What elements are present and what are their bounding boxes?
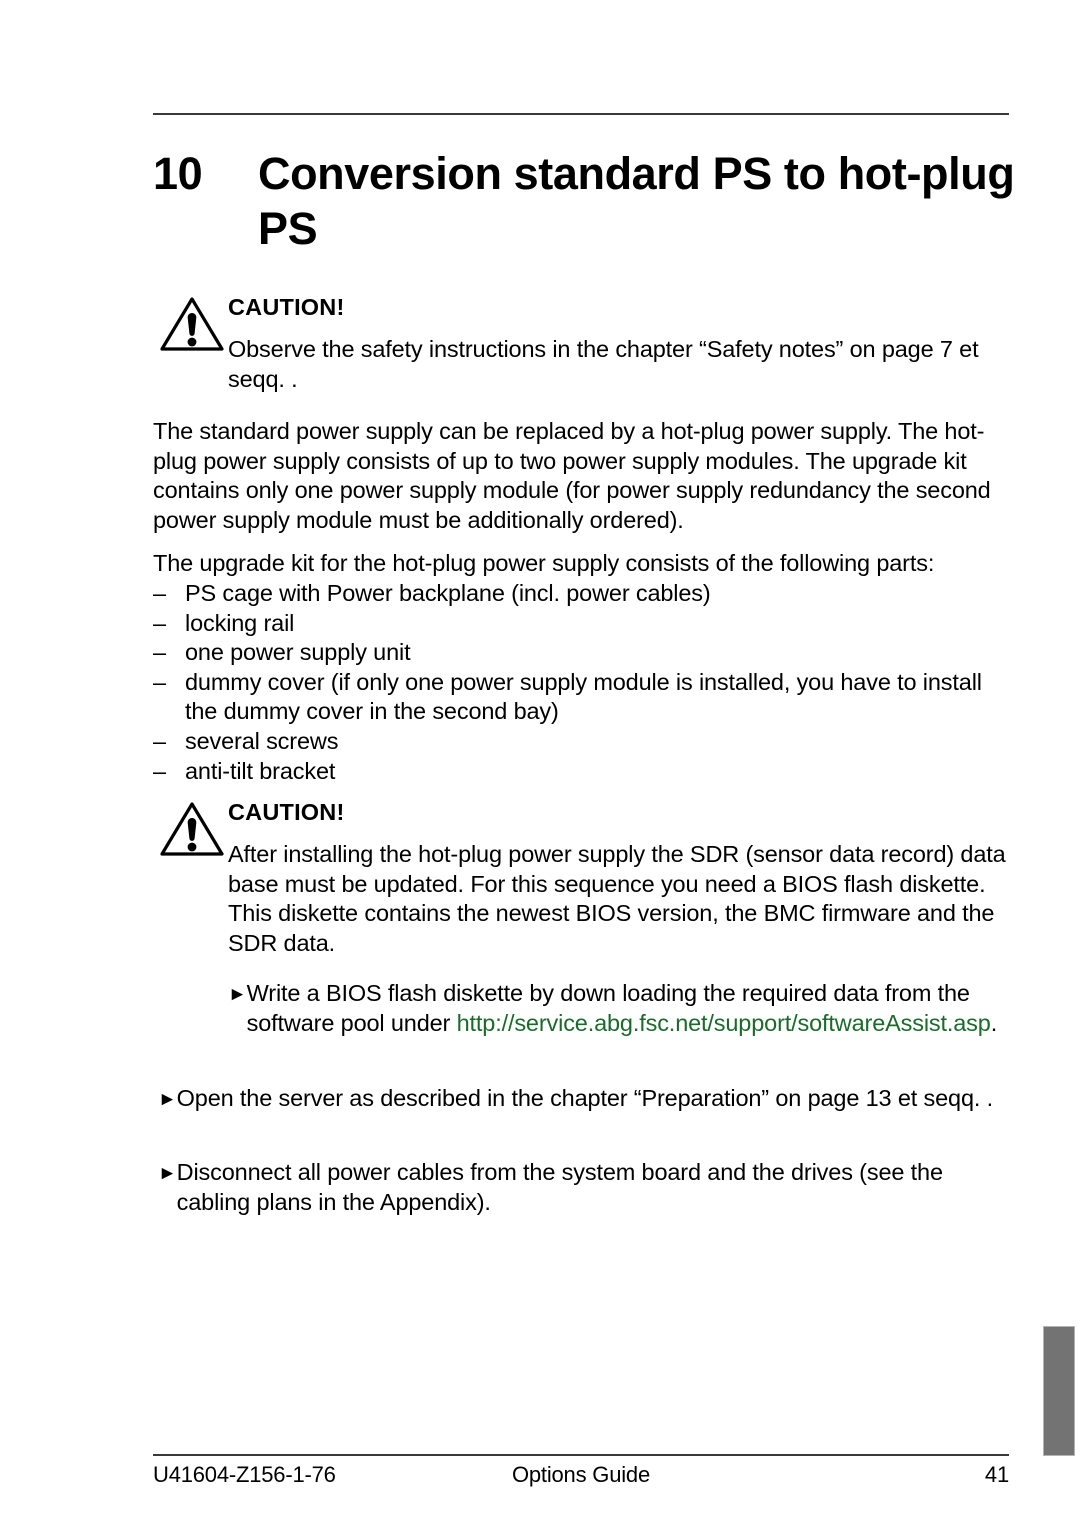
footer-rule [153, 1454, 1009, 1456]
step-text-1-suffix: . [990, 1009, 998, 1036]
list-item: – anti-tilt bracket [153, 757, 1009, 787]
list-item-label: anti-tilt bracket [185, 757, 336, 784]
page-footer: U41604-Z156-1-76 Options Guide 41 [153, 1462, 1009, 1496]
caution-body-2: CAUTION! After installing the hot-plug p… [228, 797, 1013, 958]
caution-body-1: CAUTION! Observe the safety instructions… [228, 292, 1013, 394]
list-item: – dummy cover (if only one power supply … [153, 668, 1009, 727]
triangle-bullet-icon: ► [158, 1163, 177, 1184]
parts-list: – PS cage with Power backplane (incl. po… [153, 579, 1009, 786]
dash-marker: – [153, 727, 166, 754]
list-item-label: one power supply unit [185, 639, 411, 666]
step-text-3: Disconnect all power cables from the sys… [176, 1159, 943, 1215]
step-text-2: Open the server as described in the chap… [176, 1085, 994, 1111]
warning-triangle-icon [160, 297, 224, 351]
list-item-label: dummy cover (if only one power supply mo… [185, 668, 982, 725]
step-item-2: ► Open the server as described in the ch… [158, 1084, 1009, 1115]
list-item-label: several screws [185, 727, 339, 754]
step-text-1: Write a BIOS flash diskette by down load… [247, 979, 1009, 1038]
step-item-1: ► Write a BIOS flash diskette by down lo… [228, 979, 1009, 1038]
header-rule [153, 113, 1009, 115]
list-item: – one power supply unit [153, 638, 1009, 668]
list-item-label: PS cage with Power backplane (incl. powe… [185, 580, 711, 606]
guide-title: Options Guide [511, 1462, 651, 1487]
list-item-label: locking rail [185, 609, 295, 636]
thumb-index-tab [1043, 1326, 1075, 1456]
chapter-title: Conversion standard PS to hot-plug PS [258, 148, 1015, 255]
warning-triangle-icon [160, 802, 224, 856]
list-item: – several screws [153, 727, 1009, 757]
caution-block-2: CAUTION! After installing the hot-plug p… [153, 797, 1013, 958]
list-item: – locking rail [153, 609, 1009, 639]
dash-marker: – [153, 757, 166, 784]
caution-text-1: Observe the safety instructions in the c… [228, 336, 979, 392]
caution-text-2: After installing the hot-plug power supp… [228, 841, 1006, 956]
caution-block-1: CAUTION! Observe the safety instructions… [153, 292, 1013, 394]
page-number: 41 [984, 1462, 1009, 1487]
page-title: 10 Conversion standard PS to hot-plug PS [153, 146, 1023, 257]
dash-marker: – [153, 609, 166, 636]
parts-intro: The upgrade kit for the hot-plug power s… [153, 550, 935, 576]
chapter-number: 10 [153, 148, 203, 199]
dash-marker: – [153, 580, 166, 606]
triangle-bullet-icon: ► [158, 1089, 177, 1110]
caution-label-1: CAUTION! [228, 294, 345, 320]
intro-paragraph: The standard power supply can be replace… [153, 418, 991, 533]
dash-marker: – [153, 668, 166, 695]
document-page: 10 Conversion standard PS to hot-plug PS… [0, 0, 1080, 1529]
caution-label-2: CAUTION! [228, 799, 345, 825]
triangle-bullet-icon: ► [228, 984, 247, 1005]
step-item-3: ► Disconnect all power cables from the s… [158, 1158, 1009, 1217]
dash-marker: – [153, 639, 166, 666]
list-item: – PS cage with Power backplane (incl. po… [153, 579, 1009, 609]
software-pool-url[interactable]: http://service.abg.fsc.net/support/softw… [457, 1010, 991, 1036]
